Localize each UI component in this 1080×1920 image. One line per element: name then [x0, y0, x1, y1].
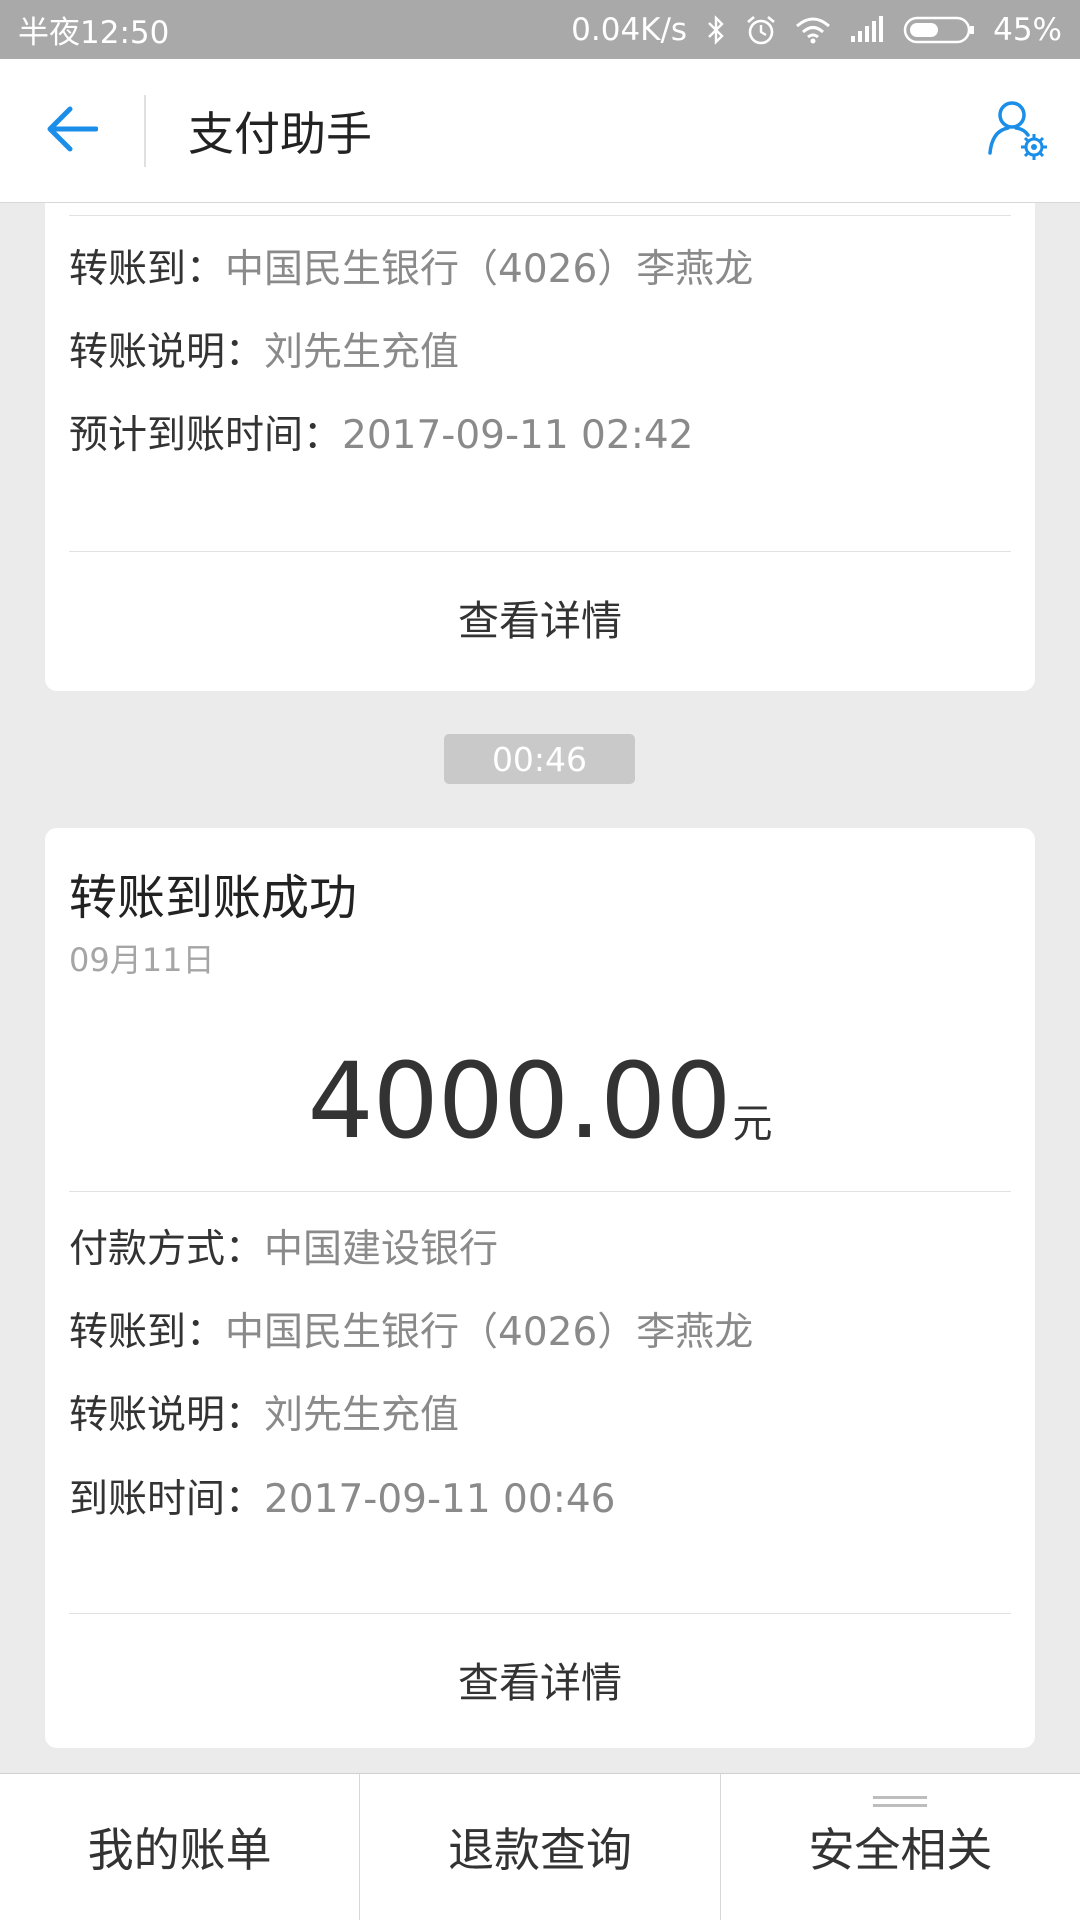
amount-unit: 元: [732, 1101, 773, 1147]
amount-display: 4000.00 元: [45, 1043, 1035, 1153]
info-row-note: 转账说明：刘先生充值: [69, 330, 460, 375]
tab-my-bills[interactable]: 我的账单: [0, 1774, 359, 1920]
network-speed: 0.04K/s: [571, 11, 688, 48]
nav-divider: [144, 94, 146, 167]
nav-bar: 支付助手: [0, 59, 1080, 203]
battery-icon: [903, 15, 975, 45]
user-settings-icon: [986, 97, 1052, 167]
amount-value: 4000.00: [307, 1040, 731, 1162]
view-details-button[interactable]: 查看详情: [45, 1614, 1035, 1744]
card-title: 转账到账成功: [69, 870, 358, 926]
message-list[interactable]: 转账到：中国民生银行（4026）李燕龙 转账说明：刘先生充值 预计到账时间：20…: [0, 203, 1080, 1773]
battery-level: 45%: [993, 11, 1062, 48]
card-date: 09月11日: [69, 941, 215, 979]
info-row-arrival-time: 到账时间：2017-09-11 00:46: [69, 1477, 616, 1522]
view-details-button[interactable]: 查看详情: [45, 552, 1035, 682]
bottom-tab-bar: 我的账单 退款查询 安全相关: [0, 1773, 1080, 1920]
back-button[interactable]: [0, 59, 144, 203]
status-bar: 半夜12:50 0.04K/s 45%: [0, 0, 1080, 59]
tab-refund-query[interactable]: 退款查询: [359, 1774, 719, 1920]
menu-lines-icon: [873, 1796, 928, 1810]
back-arrow-icon: [46, 105, 99, 157]
wifi-icon: [795, 16, 831, 44]
info-row-payment-method: 付款方式：中国建设银行: [69, 1227, 499, 1272]
bluetooth-icon: [705, 14, 727, 45]
info-row-note: 转账说明：刘先生充值: [69, 1393, 460, 1438]
transfer-card-pending: 转账到：中国民生银行（4026）李燕龙 转账说明：刘先生充值 预计到账时间：20…: [45, 203, 1035, 691]
timestamp-pill: 00:46: [444, 734, 635, 784]
tab-security-label: 安全相关: [808, 1823, 993, 1877]
info-row-transfer-to: 转账到：中国民生银行（4026）李燕龙: [69, 1310, 754, 1355]
page-title: 支付助手: [188, 106, 372, 161]
transfer-card-success: 转账到账成功 09月11日 4000.00 元 付款方式：中国建设银行 转账到：中…: [45, 828, 1035, 1748]
signal-icon: [849, 15, 885, 44]
alarm-icon: [745, 14, 777, 46]
info-row-transfer-to: 转账到：中国民生银行（4026）李燕龙: [69, 247, 754, 292]
divider: [69, 1191, 1011, 1192]
user-settings-button[interactable]: [984, 97, 1054, 167]
status-icons: 0.04K/s 45%: [571, 12, 1062, 48]
info-row-expected-time: 预计到账时间：2017-09-11 02:42: [69, 413, 694, 458]
status-time: 半夜12:50: [18, 15, 170, 51]
divider: [69, 215, 1011, 216]
tab-security[interactable]: 安全相关: [719, 1774, 1080, 1920]
